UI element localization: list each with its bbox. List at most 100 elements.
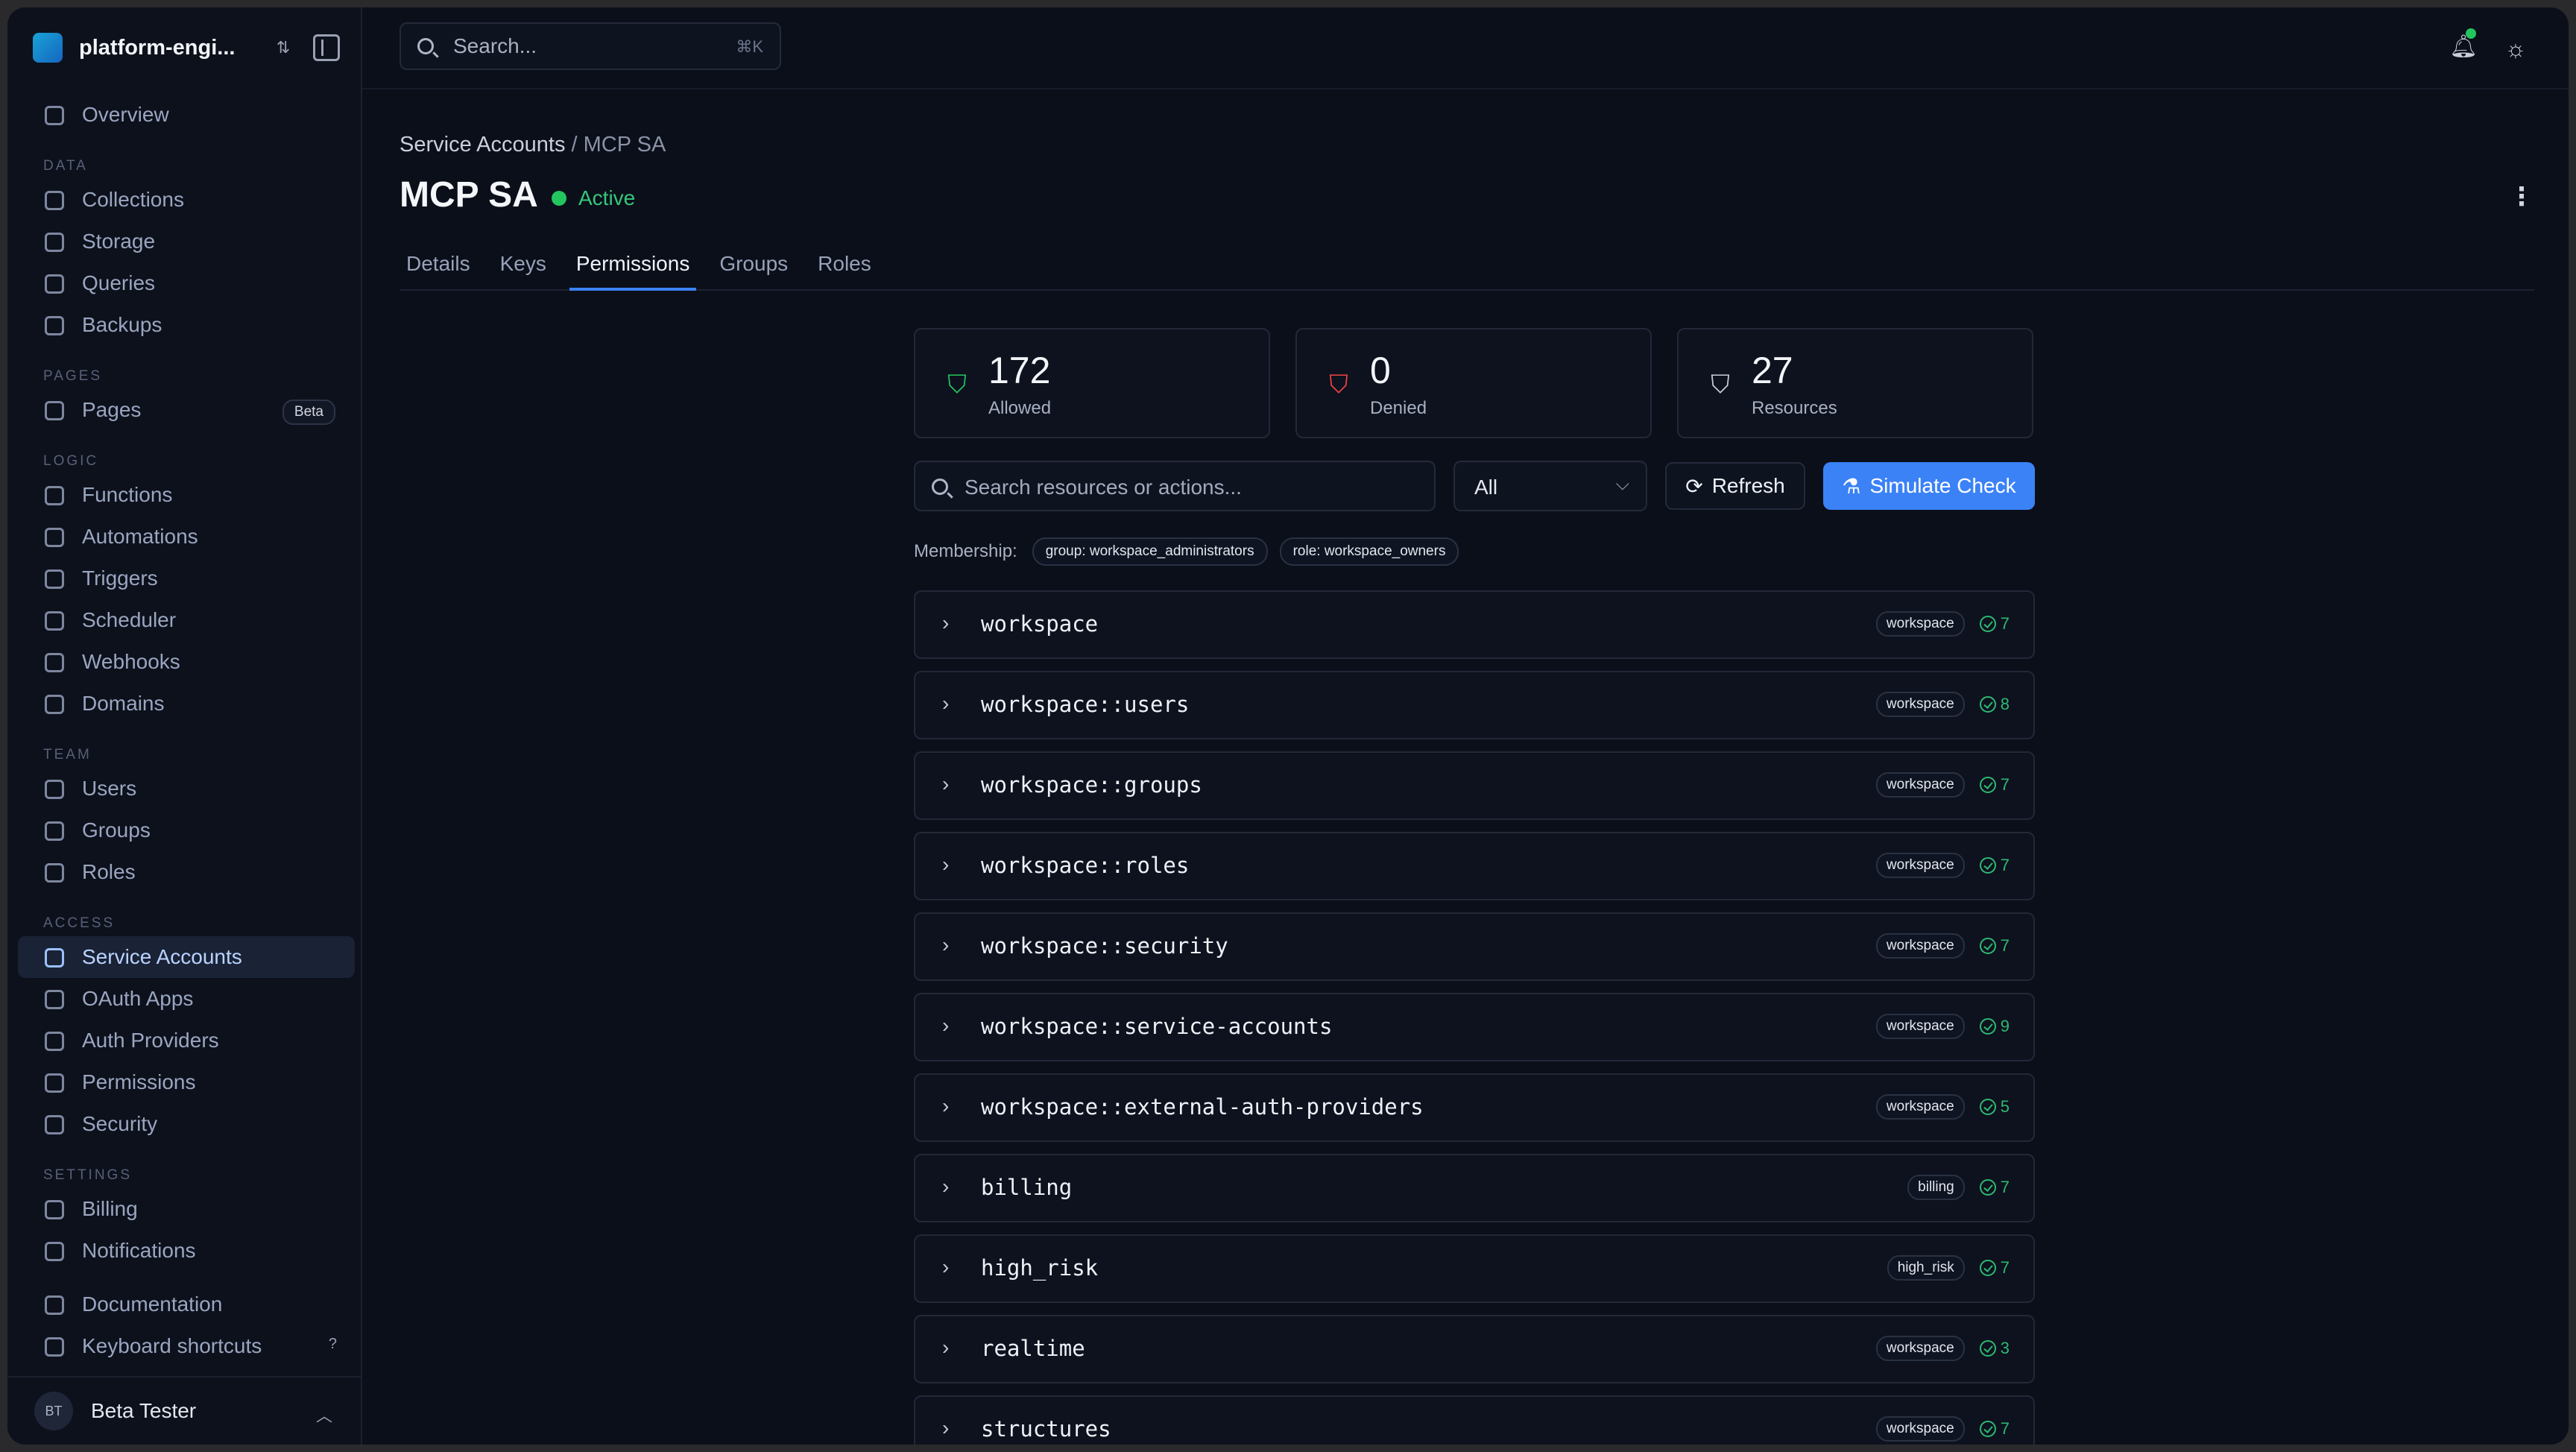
sidebar-item-triggers[interactable]: Triggers (18, 558, 355, 599)
shortcut-hint: ? (328, 1336, 337, 1352)
sidebar-item-collections[interactable]: Collections (18, 179, 355, 221)
search-icon (417, 38, 434, 54)
chevrons-up-down-icon[interactable]: ⇅ (268, 33, 298, 63)
resource-meta: workspace 5 (1875, 1094, 2010, 1120)
avatar: BT (34, 1392, 73, 1430)
check-circle-icon (1979, 1340, 1996, 1357)
sidebar-item-functions[interactable]: Functions (18, 474, 355, 516)
shield-check-icon: ⛉ (947, 370, 967, 399)
allowed-count-value: 7 (2000, 856, 2010, 874)
breadcrumb-parent[interactable]: Service Accounts (400, 133, 565, 157)
sidebar-item-notifications[interactable]: Notifications (18, 1230, 355, 1272)
allowed-count: 5 (1979, 1097, 2010, 1117)
allowed-count: 7 (1979, 856, 2010, 875)
chevron-right-icon[interactable]: › (942, 853, 949, 877)
sidebar-section-settings: SETTINGS (43, 1167, 133, 1183)
allowed-count-value: 7 (2000, 936, 2010, 955)
chevron-right-icon[interactable]: › (942, 1014, 949, 1038)
book-icon (45, 1295, 64, 1315)
refresh-icon: ⟳ (1685, 474, 1703, 498)
allowed-count-value: 7 (2000, 614, 2010, 633)
tab-details[interactable]: Details (400, 244, 477, 291)
sidebar-item-label: Security (82, 1112, 158, 1135)
refresh-button[interactable]: ⟳ Refresh (1665, 462, 1805, 510)
resource-search-placeholder: Search resources or actions... (965, 476, 1242, 499)
sidebar-item-permissions[interactable]: Permissions (18, 1061, 355, 1103)
sidebar-item-backups[interactable]: Backups (18, 304, 355, 346)
sidebar-item-users[interactable]: Users (18, 768, 355, 809)
user-menu[interactable]: BT Beta Tester ︿ (7, 1376, 362, 1445)
archive-icon (45, 316, 64, 335)
chevron-right-icon[interactable]: › (942, 692, 949, 716)
chevron-right-icon[interactable]: › (942, 1094, 949, 1118)
global-search[interactable]: Search... ⌘K (400, 22, 781, 70)
sidebar-item-oauth-apps[interactable]: OAuth Apps (18, 978, 355, 1020)
resource-row[interactable]: › billing billing 7 (914, 1154, 2035, 1222)
sidebar-item-security[interactable]: Security (18, 1103, 355, 1145)
resource-row[interactable]: › workspace::security workspace 7 (914, 912, 2035, 981)
global-search-placeholder: Search... (453, 34, 537, 57)
search-icon (932, 479, 948, 495)
resource-meta: workspace 7 (1875, 933, 2010, 959)
sidebar-item-label: Triggers (82, 566, 158, 590)
tab-permissions[interactable]: Permissions (569, 244, 697, 291)
status-badge: Active (552, 186, 635, 210)
resource-row[interactable]: › high_risk high_risk 7 (914, 1234, 2035, 1303)
sidebar-item-storage[interactable]: Storage (18, 221, 355, 262)
resource-row[interactable]: › workspace::groups workspace 7 (914, 751, 2035, 820)
sidebar-item-pages[interactable]: Pages Beta (18, 389, 355, 431)
resource-row[interactable]: › realtime workspace 3 (914, 1315, 2035, 1383)
allowed-count-value: 7 (2000, 1258, 2010, 1277)
sidebar-item-service-accounts[interactable]: Service Accounts (18, 936, 355, 978)
chevron-right-icon[interactable]: › (942, 1336, 949, 1360)
filter-select[interactable]: All ⌵ (1453, 461, 1647, 511)
chevron-right-icon[interactable]: › (942, 1175, 949, 1199)
chevron-right-icon[interactable]: › (942, 772, 949, 796)
resource-meta: workspace 7 (1875, 611, 2010, 637)
sidebar-item-webhooks[interactable]: Webhooks (18, 641, 355, 683)
sidebar-item-groups[interactable]: Groups (18, 809, 355, 851)
calendar-icon (45, 611, 64, 631)
chevron-down-icon: ⌵ (1615, 474, 1629, 494)
sidebar-item-queries[interactable]: Queries (18, 262, 355, 304)
chevron-right-icon[interactable]: › (942, 1255, 949, 1279)
chevron-right-icon[interactable]: › (942, 1416, 949, 1440)
chevron-right-icon[interactable]: › (942, 611, 949, 635)
sidebar-item-domains[interactable]: Domains (18, 683, 355, 725)
resource-row[interactable]: › workspace::roles workspace 7 (914, 832, 2035, 900)
sidebar-item-billing[interactable]: Billing (18, 1188, 355, 1230)
resource-row[interactable]: › workspace workspace 7 (914, 590, 2035, 659)
theme-toggle-sun-icon[interactable]: ☼ (2503, 36, 2528, 61)
sidebar-collapse-icon[interactable] (313, 34, 340, 61)
resource-type-badge: workspace (1875, 1094, 1965, 1120)
sidebar-item-label: Notifications (82, 1239, 196, 1262)
users-icon (45, 780, 64, 799)
sidebar-item-overview[interactable]: Overview (18, 94, 355, 136)
storage-icon (45, 233, 64, 252)
sidebar-item-label: Scheduler (82, 608, 177, 631)
allowed-count-value: 8 (2000, 695, 2010, 713)
sidebar-item-auth-providers[interactable]: Auth Providers (18, 1020, 355, 1061)
workspace-switcher[interactable]: platform-engi... ⇅ (33, 27, 346, 69)
simulate-check-button[interactable]: ⚗ Simulate Check (1823, 462, 2035, 510)
sidebar-item-roles[interactable]: Roles (18, 851, 355, 893)
resource-row[interactable]: › structures workspace 7 (914, 1395, 2035, 1445)
sidebar-item-scheduler[interactable]: Scheduler (18, 599, 355, 641)
shield-alert-icon (45, 1115, 64, 1134)
more-options-icon[interactable]: ⋮ (2509, 183, 2534, 210)
tab-roles[interactable]: Roles (811, 244, 878, 291)
membership-chip: group: workspace_administrators (1032, 537, 1268, 566)
sidebar-item-automations[interactable]: Automations (18, 516, 355, 558)
login-icon (45, 1032, 64, 1051)
sidebar-item-keyboard-shortcuts[interactable]: Keyboard shortcuts? (18, 1325, 355, 1367)
resource-row[interactable]: › workspace::users workspace 8 (914, 671, 2035, 739)
chevron-right-icon[interactable]: › (942, 933, 949, 957)
resource-row[interactable]: › workspace::service-accounts workspace 9 (914, 993, 2035, 1061)
resource-row[interactable]: › workspace::external-auth-providers works… (914, 1073, 2035, 1142)
sidebar-item-documentation[interactable]: Documentation (18, 1284, 355, 1325)
resource-search-input[interactable]: Search resources or actions... (914, 461, 1436, 511)
tab-keys[interactable]: Keys (493, 244, 553, 291)
allowed-count-value: 7 (2000, 1419, 2010, 1438)
tab-groups[interactable]: Groups (713, 244, 795, 291)
notifications-bell-icon[interactable]: 🔔︎ (2449, 36, 2478, 61)
